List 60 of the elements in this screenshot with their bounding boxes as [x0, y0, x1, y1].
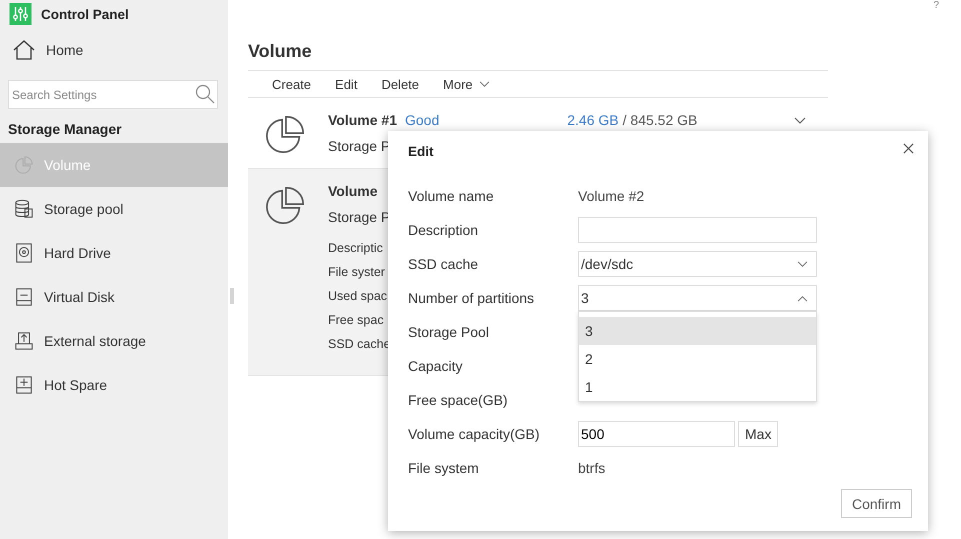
- nav-item[interactable]: Storage pool: [0, 187, 228, 231]
- pie-chart-icon: [264, 185, 306, 227]
- detail-label: Free spac: [328, 313, 384, 329]
- dropdown-field[interactable]: /dev/sdc: [578, 251, 817, 277]
- splitter-handle[interactable]: [230, 288, 234, 304]
- search-field[interactable]: Search Settings: [8, 80, 218, 109]
- dropdown-field[interactable]: 3: [578, 285, 817, 311]
- field-value: Volume #2: [578, 188, 644, 204]
- app-title: Control Panel: [41, 6, 129, 22]
- section-heading: Storage Manager: [7, 120, 123, 139]
- field-label: SSD cache: [408, 256, 480, 272]
- confirm-button[interactable]: Confirm: [840, 489, 912, 518]
- nav-item[interactable]: External storage: [0, 319, 228, 363]
- volume-name: Volume #1: [328, 112, 397, 128]
- hard-drive-icon: [14, 243, 34, 263]
- chevron-up-icon: [797, 294, 808, 302]
- field-label: Volume name: [408, 188, 495, 204]
- detail-label: File syster: [328, 265, 385, 281]
- field-label: Free space(GB): [408, 392, 509, 408]
- dialog-title: Edit: [408, 144, 434, 161]
- toolbar-button[interactable]: Edit: [323, 76, 370, 92]
- page-title: Volume: [248, 41, 313, 62]
- dropdown-option[interactable]: 2: [579, 345, 816, 373]
- max-button[interactable]: Max: [738, 421, 778, 447]
- field-label: Description: [408, 222, 480, 238]
- field-label: File system: [408, 460, 480, 476]
- field-label: Storage Pool: [408, 324, 490, 340]
- chevron-down-icon: [797, 260, 808, 268]
- field-value: btrfs: [578, 460, 606, 476]
- drive-upload-icon: [14, 331, 34, 351]
- field-label: Capacity: [408, 358, 464, 374]
- total-capacity: / 845.52 GB: [622, 112, 698, 128]
- detail-label: Used spac: [328, 289, 388, 305]
- home-icon: [12, 38, 36, 62]
- input-field[interactable]: [578, 217, 817, 243]
- chevron-down-icon[interactable]: [794, 117, 806, 125]
- used-capacity: 2.46 GB: [567, 112, 619, 128]
- toolbar-button[interactable]: Create: [260, 76, 324, 92]
- home-link[interactable]: Home: [0, 32, 96, 68]
- volume-status: Good: [405, 112, 440, 128]
- field-label: Volume capacity(GB): [408, 426, 540, 442]
- database-icon: [14, 199, 34, 219]
- search-icon: [195, 84, 215, 104]
- volume-name: Volume: [328, 183, 378, 199]
- dropdown-option[interactable]: 3: [579, 317, 816, 345]
- close-icon[interactable]: [903, 143, 914, 154]
- field-label: Number of partitions: [408, 290, 536, 306]
- nav-item[interactable]: Hard Drive: [0, 231, 228, 275]
- pie-chart-icon: [14, 155, 34, 175]
- toolbar-button[interactable]: Delete: [369, 76, 432, 92]
- dropdown-option[interactable]: 1: [579, 373, 816, 401]
- detail-label: Descriptic: [328, 241, 383, 257]
- sliders-icon: [8, 3, 33, 25]
- nav-item[interactable]: Hot Spare: [0, 363, 228, 407]
- help-link[interactable]: ?: [933, 0, 939, 11]
- drive-plus-icon: [14, 375, 34, 395]
- input-field[interactable]: 500: [578, 421, 735, 447]
- pie-chart-icon: [264, 114, 306, 156]
- toolbar-button[interactable]: More: [431, 76, 502, 92]
- nav-item[interactable]: Virtual Disk: [0, 275, 228, 319]
